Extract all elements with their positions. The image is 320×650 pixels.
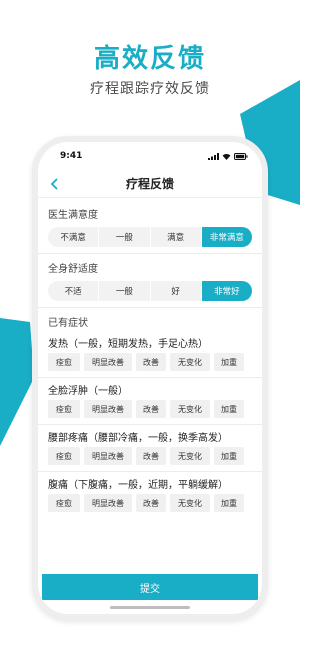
symptom-name: 腰部疼痛（腰部冷痛，一般，换季高发） — [48, 432, 228, 444]
symptoms-label: 已有症状 — [48, 317, 88, 329]
symptom-item: 发热（一般，短期发热，手足心热） 痊愈 明显改善 改善 无变化 加重 — [38, 331, 262, 371]
wifi-icon — [222, 153, 231, 160]
symptom-option-chip[interactable]: 明显改善 — [84, 447, 132, 465]
symptom-option-chip[interactable]: 痊愈 — [48, 400, 80, 418]
symptom-option-chip[interactable]: 明显改善 — [84, 353, 132, 371]
symptom-option-chip[interactable]: 痊愈 — [48, 447, 80, 465]
symptom-option-chip[interactable]: 明显改善 — [84, 400, 132, 418]
submit-button[interactable]: 提交 — [42, 574, 258, 600]
nav-title: 疗程反馈 — [125, 177, 174, 191]
status-time: 9:41 — [60, 151, 83, 161]
symptom-option-chip[interactable]: 无变化 — [170, 353, 210, 371]
symptom-options: 痊愈 明显改善 改善 无变化 加重 — [48, 353, 252, 371]
doctor-satisfaction-option[interactable]: 一般 — [99, 227, 151, 247]
symptom-option-chip[interactable]: 加重 — [214, 447, 244, 465]
body-comfort-option[interactable]: 不适 — [48, 281, 100, 301]
doctor-satisfaction-option[interactable]: 不满意 — [48, 227, 100, 247]
divider — [38, 253, 262, 254]
symptom-options: 痊愈 明显改善 改善 无变化 加重 — [48, 447, 252, 465]
symptom-option-chip[interactable]: 痊愈 — [48, 353, 80, 371]
body-comfort-segment: 不适 一般 好 非常好 — [48, 281, 252, 301]
battery-icon — [234, 152, 248, 160]
app-screen: 9:41 疗程反馈 医生满意度 不满意 一般 满意 非常满意 全身舒适度 不适 … — [38, 142, 262, 614]
symptom-item: 腹痛（下腹痛，一般，近期，平躺缓解） 痊愈 明显改善 改善 无变化 加重 — [38, 472, 262, 512]
status-icons — [208, 152, 248, 160]
status-bar: 9:41 — [38, 142, 262, 170]
nav-bar: 疗程反馈 — [38, 170, 262, 198]
symptom-option-chip[interactable]: 无变化 — [170, 447, 210, 465]
divider — [38, 307, 262, 308]
symptom-name: 发热（一般，短期发热，手足心热） — [48, 338, 208, 350]
symptom-option-chip[interactable]: 加重 — [214, 400, 244, 418]
chevron-left-icon[interactable] — [48, 177, 62, 191]
hero-title: 高效反馈 — [93, 44, 206, 74]
symptom-option-chip[interactable]: 改善 — [136, 494, 166, 512]
doctor-satisfaction-option[interactable]: 满意 — [151, 227, 202, 247]
phone-frame: 9:41 疗程反馈 医生满意度 不满意 一般 满意 非常满意 全身舒适度 不适 … — [32, 136, 268, 620]
body-comfort-option[interactable]: 一般 — [99, 281, 151, 301]
symptom-option-chip[interactable]: 改善 — [136, 400, 166, 418]
doctor-satisfaction-segment: 不满意 一般 满意 非常满意 — [48, 227, 252, 247]
feedback-form: 医生满意度 不满意 一般 满意 非常满意 全身舒适度 不适 一般 好 非常好 已… — [38, 200, 262, 518]
body-comfort-label: 全身舒适度 — [48, 263, 98, 275]
symptom-option-chip[interactable]: 无变化 — [170, 494, 210, 512]
symptom-item: 腰部疼痛（腰部冷痛，一般，换季高发） 痊愈 明显改善 改善 无变化 加重 — [38, 425, 262, 465]
symptom-option-chip[interactable]: 改善 — [136, 353, 166, 371]
symptom-option-chip[interactable]: 无变化 — [170, 400, 210, 418]
symptom-option-chip[interactable]: 加重 — [214, 353, 244, 371]
symptom-options: 痊愈 明显改善 改善 无变化 加重 — [48, 400, 252, 418]
symptom-options: 痊愈 明显改善 改善 无变化 加重 — [48, 494, 252, 512]
decorative-shape-left — [0, 318, 34, 446]
symptom-option-chip[interactable]: 明显改善 — [84, 494, 132, 512]
doctor-satisfaction-option-selected[interactable]: 非常满意 — [201, 227, 252, 247]
symptom-option-chip[interactable]: 加重 — [214, 494, 244, 512]
symptom-item: 全脸浮肿（一般） 痊愈 明显改善 改善 无变化 加重 — [38, 378, 262, 418]
doctor-satisfaction-label: 医生满意度 — [48, 209, 98, 221]
symptom-name: 腹痛（下腹痛，一般，近期，平躺缓解） — [48, 479, 228, 491]
body-comfort-option[interactable]: 好 — [151, 281, 202, 301]
home-indicator — [110, 606, 190, 609]
symptom-option-chip[interactable]: 痊愈 — [48, 494, 80, 512]
signal-icon — [208, 152, 219, 160]
symptom-option-chip[interactable]: 改善 — [136, 447, 166, 465]
symptom-name: 全脸浮肿（一般） — [48, 385, 128, 397]
body-comfort-option-selected[interactable]: 非常好 — [201, 281, 252, 301]
